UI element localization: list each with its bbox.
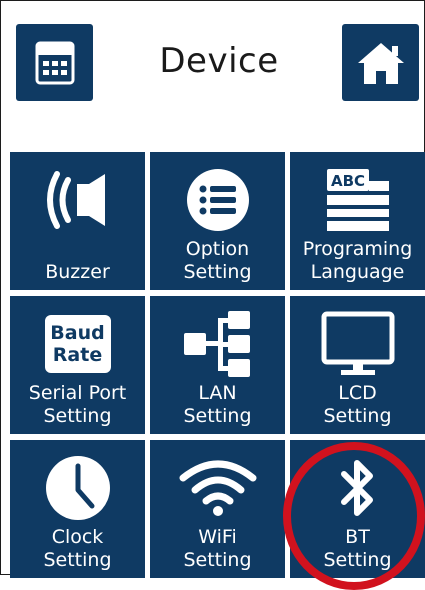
tile-label: Buzzer bbox=[45, 261, 110, 283]
option-setting-tile[interactable]: Option Setting bbox=[150, 152, 285, 290]
tile-label: BT Setting bbox=[323, 526, 392, 571]
wifi-setting-tile[interactable]: WiFi Setting bbox=[150, 440, 285, 578]
calculator-icon bbox=[35, 41, 74, 84]
tile-label: LCD Setting bbox=[323, 382, 392, 427]
tile-label: Option Setting bbox=[183, 238, 252, 283]
calculator-button[interactable] bbox=[16, 24, 93, 101]
home-icon bbox=[357, 42, 404, 84]
tile-label: Programing Language bbox=[302, 238, 413, 283]
list-icon bbox=[186, 168, 249, 231]
tile-label: Clock Setting bbox=[43, 526, 112, 571]
wifi-icon bbox=[179, 460, 256, 516]
programing-language-tile[interactable]: ABC Programing Language bbox=[290, 152, 425, 290]
buzzer-tile[interactable]: Buzzer bbox=[10, 152, 145, 290]
bluetooth-icon bbox=[340, 459, 373, 516]
settings-grid: Buzzer Option Setting ABC Programing Lan… bbox=[10, 152, 425, 578]
tile-label: Serial Port Setting bbox=[28, 382, 127, 427]
speaker-icon bbox=[46, 170, 105, 229]
printer-abc-icon: ABC bbox=[326, 168, 389, 231]
monitor-icon bbox=[321, 311, 394, 375]
baud-rate-icon: Baud Rate bbox=[44, 314, 111, 373]
bt-setting-tile[interactable]: BT Setting bbox=[290, 440, 425, 578]
lan-setting-tile[interactable]: LAN Setting bbox=[150, 296, 285, 434]
page-title: Device bbox=[159, 41, 279, 81]
svg-text:ABC: ABC bbox=[330, 172, 364, 190]
tile-label: LAN Setting bbox=[183, 382, 252, 427]
rate-text: Rate bbox=[52, 343, 103, 366]
clock-icon bbox=[45, 455, 110, 520]
baud-text: Baud bbox=[50, 321, 105, 344]
tile-label: WiFi Setting bbox=[183, 526, 252, 571]
network-icon bbox=[183, 310, 250, 377]
clock-setting-tile[interactable]: Clock Setting bbox=[10, 440, 145, 578]
serial-port-setting-tile[interactable]: Baud Rate Serial Port Setting bbox=[10, 296, 145, 434]
home-button[interactable] bbox=[342, 24, 419, 101]
lcd-setting-tile[interactable]: LCD Setting bbox=[290, 296, 425, 434]
device-screen: Device Buzzer Option Setting ABC Program… bbox=[0, 0, 425, 590]
